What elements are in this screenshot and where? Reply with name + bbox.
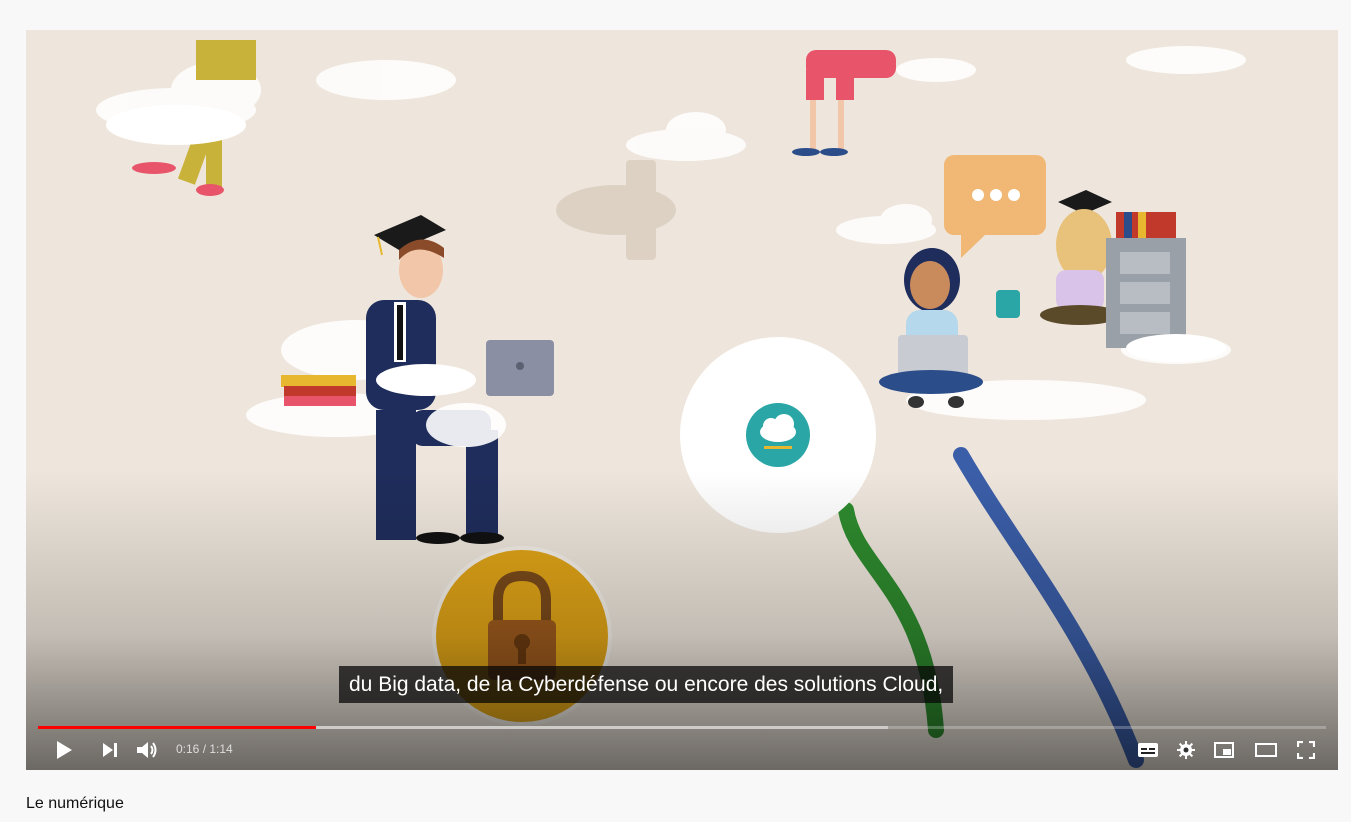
duration: 1:14 — [209, 742, 233, 756]
time-separator: / — [199, 742, 210, 756]
theater-icon — [1255, 743, 1277, 757]
subtitles-button[interactable] — [1136, 738, 1160, 762]
player-controls: 0:16 / 1:14 — [26, 732, 1338, 768]
volume-button[interactable] — [136, 738, 160, 762]
miniplayer-button[interactable] — [1212, 738, 1236, 762]
speech-bubble — [944, 155, 1046, 258]
fullscreen-icon — [1297, 741, 1315, 759]
current-time: 0:16 — [176, 742, 200, 756]
progress-bar[interactable] — [38, 726, 1326, 729]
graduate-girl-with-cabinet — [1040, 190, 1226, 362]
video-title: Le numérique — [26, 795, 124, 812]
volume-icon — [137, 742, 157, 758]
next-icon — [103, 743, 117, 757]
progress-played — [38, 726, 317, 729]
distant-buildings — [556, 160, 676, 260]
fullscreen-button[interactable] — [1294, 738, 1318, 762]
theater-mode-button[interactable] — [1254, 738, 1278, 762]
character-top-center — [792, 50, 896, 156]
graduate-man-with-laptop — [281, 215, 554, 544]
video-frame[interactable] — [26, 30, 1338, 770]
character-top-left — [106, 40, 256, 196]
settings-icon — [1177, 741, 1195, 759]
next-button[interactable] — [98, 738, 122, 762]
subtitle-caption: du Big data, de la Cyberdéfense ou encor… — [339, 666, 954, 703]
miniplayer-icon — [1214, 742, 1234, 758]
subtitles-icon — [1138, 743, 1158, 757]
play-icon — [57, 741, 72, 759]
video-player[interactable]: du Big data, de la Cyberdéfense ou encor… — [26, 30, 1338, 770]
play-button[interactable] — [52, 738, 76, 762]
time-display: 0:16 / 1:14 — [176, 742, 233, 756]
settings-button[interactable] — [1174, 738, 1198, 762]
